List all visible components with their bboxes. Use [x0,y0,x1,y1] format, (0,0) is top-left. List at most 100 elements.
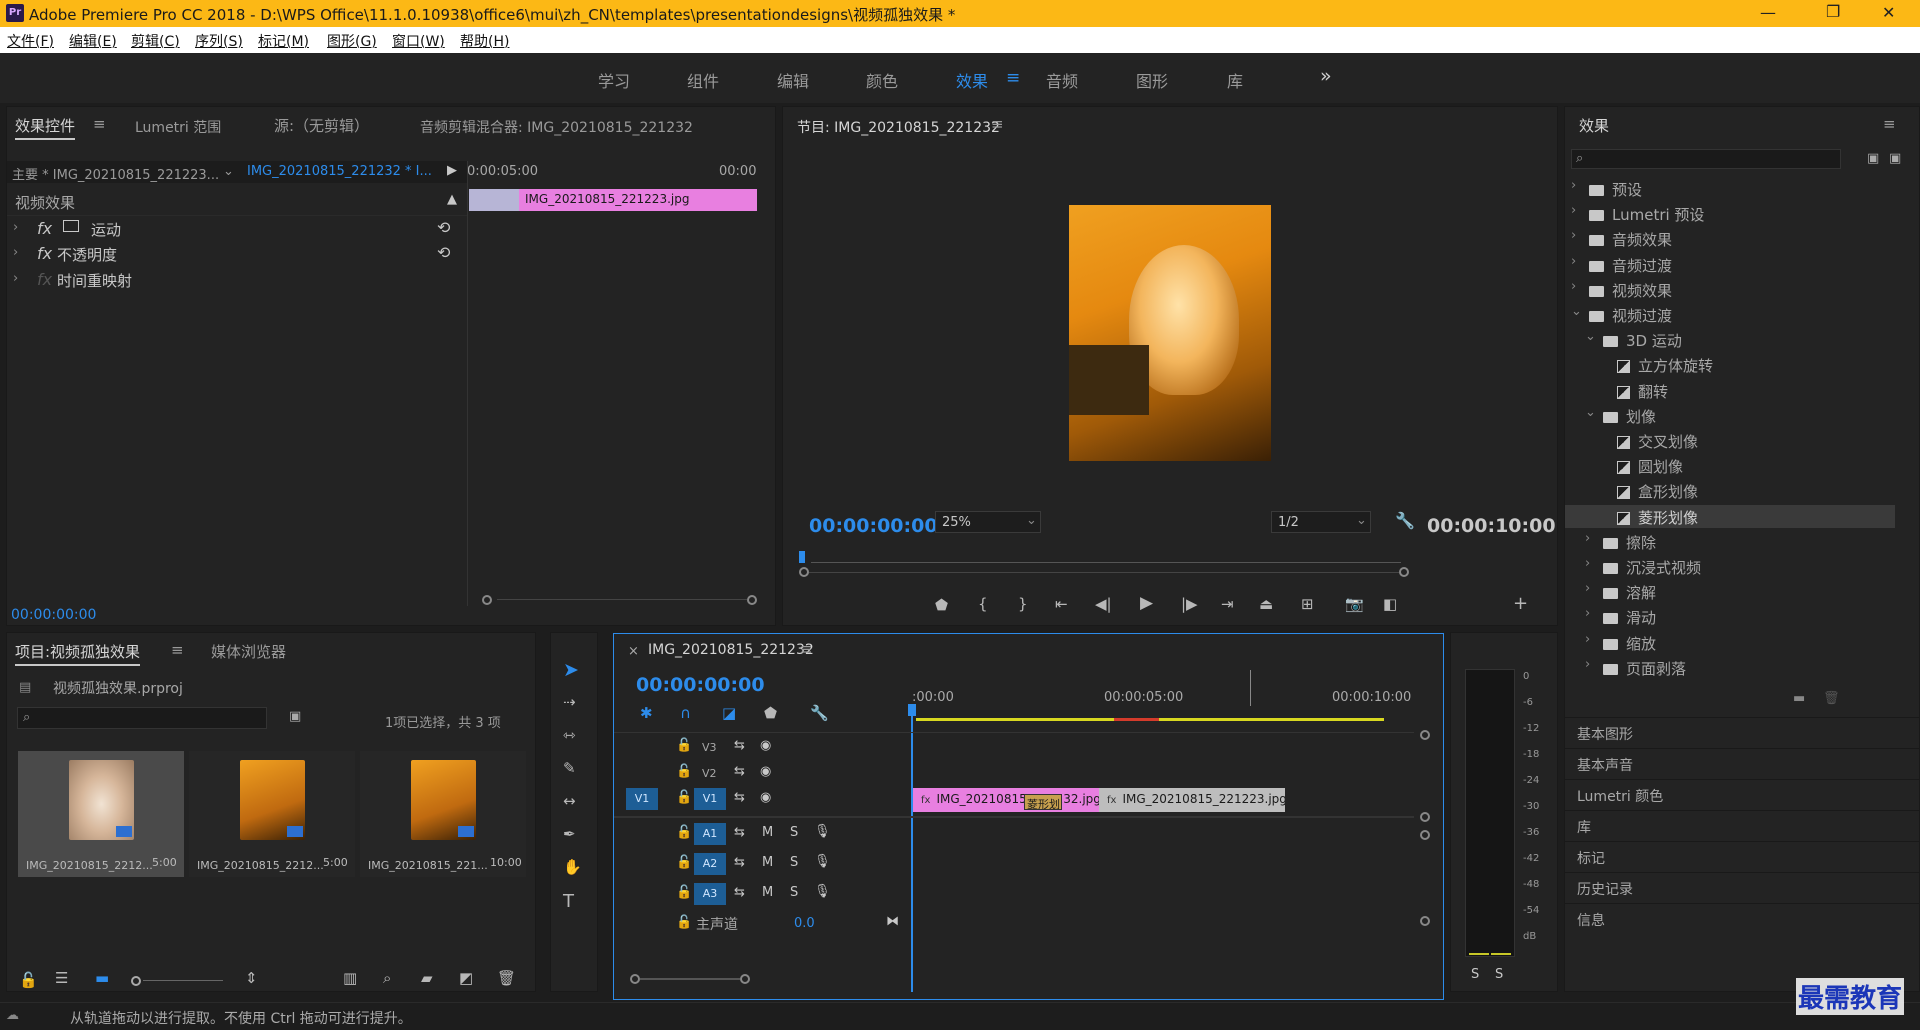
ec-timecode[interactable]: 00:00:00:00 [11,607,96,623]
ec-clip-bar[interactable]: IMG_20210815_221223.jpg [519,189,757,211]
go-to-end-icon[interactable]: ⧓ [886,914,899,929]
ec-zoom-track[interactable] [497,599,747,600]
eye-icon[interactable]: ◉ [760,764,771,779]
sync-lock-icon[interactable]: ⇆ [734,855,745,870]
thumbnail-size-track[interactable] [143,980,223,981]
collapse-up-icon[interactable]: ▲ [447,192,457,207]
mark-in-icon[interactable]: { [978,595,988,613]
extract-icon[interactable]: ⊞ [1301,595,1314,613]
program-title[interactable]: 节目: IMG_20210815_221232 [797,117,1000,137]
ec-effect-opacity[interactable]: › fx 不透明度 ⟲ [7,241,467,265]
effects-tree-item[interactable]: › 音频过渡 [1565,253,1895,276]
track-label[interactable]: A3 [694,883,726,905]
transform-icon[interactable] [63,220,79,232]
go-to-in-icon[interactable]: ⇤ [1055,595,1068,613]
new-item-icon[interactable]: ◩ [459,969,473,987]
type-tool-icon[interactable]: T [563,891,574,912]
tab-audio-mixer[interactable]: 音频剪辑混合器: IMG_20210815_221232 [420,117,693,137]
chevron-right-icon[interactable]: › [1585,531,1590,546]
horizontal-scrollbar[interactable] [640,978,740,980]
effects-section-header[interactable]: 信息 [1565,903,1920,933]
chevron-down-icon[interactable]: ⌄ [1585,405,1596,420]
zoom-select[interactable]: 25% ⌄ [935,511,1041,533]
tab-source[interactable]: 源:（无剪辑） [274,115,369,136]
ec-effect-time-remap[interactable]: › fx 时间重映射 [7,267,467,291]
ec-zoom-handle[interactable] [482,595,492,605]
effects-tree-item[interactable]: 翻转 [1565,379,1895,402]
pen-tool-icon[interactable]: ✒ [563,825,576,843]
chevron-down-icon[interactable]: ⌄ [1585,329,1596,344]
play-icon[interactable]: ▶ [1140,593,1153,613]
vertical-zoom-handle[interactable] [1420,916,1430,926]
effects-section-header[interactable]: Lumetri 颜色 [1565,779,1920,809]
menu-edit[interactable]: 编辑(E) [69,31,117,51]
tab-lumetri-scopes[interactable]: Lumetri 范围 [135,117,221,137]
microphone-icon[interactable]: 🎙 [814,884,831,899]
expand-icon[interactable]: › [13,245,18,260]
compare-view-icon[interactable]: ◧ [1383,595,1397,613]
eye-icon[interactable]: ◉ [760,790,771,805]
resolution-select[interactable]: 1/2 ⌄ [1271,511,1371,533]
sort-icon[interactable]: ⇕ [245,969,258,987]
play-arrow-icon[interactable]: ▶ [447,163,457,178]
step-forward-icon[interactable]: |▶ [1181,595,1198,613]
horizontal-zoom-handle[interactable] [740,974,750,984]
effects-tree-item[interactable]: ⌄ 视频过渡 [1565,303,1895,326]
effects-tree-item[interactable]: › 滑动 [1565,605,1895,628]
linked-selection-icon[interactable]: ◪ [722,704,736,722]
mute-button[interactable]: M [762,855,773,870]
timeline-menu-icon[interactable]: ≡ [800,640,813,658]
horizontal-zoom-handle[interactable] [630,974,640,984]
sync-lock-icon[interactable]: ⇆ [734,825,745,840]
sync-lock-icon[interactable]: ⇆ [734,790,745,805]
track-select-tool-icon[interactable]: ⇢ [563,693,576,711]
track-label[interactable]: A2 [694,853,726,875]
workspace-assembly[interactable]: 组件 [687,68,719,92]
effects-tree-item[interactable]: › 音频效果 [1565,227,1895,250]
menu-file[interactable]: 文件(F) [7,31,54,51]
lock-icon[interactable]: 🔓 [19,971,38,989]
lock-icon[interactable]: 🔓 [676,764,692,779]
project-item[interactable]: IMG_20210815_2212... 5:00 [18,751,184,877]
effects-section-header[interactable]: 历史记录 [1565,872,1920,902]
solo-button[interactable]: S [790,855,798,870]
vertical-zoom-handle[interactable] [1420,830,1430,840]
chevron-right-icon[interactable]: › [1571,203,1576,218]
new-search-bin-icon[interactable]: ▣ [289,709,301,724]
delete-icon[interactable]: 🗑 [497,969,516,987]
ripple-edit-tool-icon[interactable]: ⇿ [563,726,576,744]
effects-title[interactable]: 效果 [1579,115,1609,136]
program-zoom-track[interactable] [809,572,1399,573]
effects-tree-item[interactable]: › 页面剥落 [1565,656,1895,679]
restore-icon[interactable]: ❐ [1826,2,1840,21]
workspace-audio[interactable]: 音频 [1046,68,1078,92]
new-bin-icon[interactable]: ▰ [421,969,433,987]
project-item[interactable]: IMG_20210815_221... 10:00 [360,751,526,877]
effects-tree-item[interactable]: ⌄ 3D 运动 [1565,328,1895,351]
effects-tree-item[interactable]: ⌄ 划像 [1565,404,1895,427]
tab-menu-icon[interactable]: ≡ [93,115,106,133]
workspace-graphics[interactable]: 图形 [1136,68,1168,92]
track-label[interactable]: V1 [694,788,726,810]
timeline-clip-1[interactable]: fx IMG_20210815_221232.jpg [913,788,1099,812]
workspace-libraries[interactable]: 库 [1227,68,1243,92]
sync-lock-icon[interactable]: ⇆ [734,885,745,900]
effects-tree-item[interactable]: 交叉划像 [1565,429,1895,452]
tab-project[interactable]: 项目:视频孤独效果 [15,641,141,666]
mute-button[interactable]: M [762,885,773,900]
32bit-effects-icon[interactable]: ▣ [1889,151,1901,166]
thumbnail-size-slider[interactable] [131,976,141,986]
tab-menu-icon[interactable]: ≡ [171,641,184,659]
tab-effect-controls[interactable]: 效果控件 [15,115,76,140]
program-zoom-handle[interactable] [1399,567,1409,577]
workspace-overflow-icon[interactable]: » [1320,65,1332,87]
reset-icon[interactable]: ⟲ [437,218,450,237]
ec-effect-motion[interactable]: › fx 运动 ⟲ [7,215,467,239]
program-menu-icon[interactable]: ≡ [991,115,1004,133]
chevron-right-icon[interactable]: › [1585,556,1590,571]
wrench-icon[interactable]: 🔧 [1395,511,1415,530]
timeline-timecode[interactable]: 00:00:00:00 [636,674,765,696]
menu-sequence[interactable]: 序列(S) [195,31,243,51]
chevron-right-icon[interactable]: › [1571,279,1576,294]
timeline-title[interactable]: IMG_20210815_221232 [648,642,814,658]
